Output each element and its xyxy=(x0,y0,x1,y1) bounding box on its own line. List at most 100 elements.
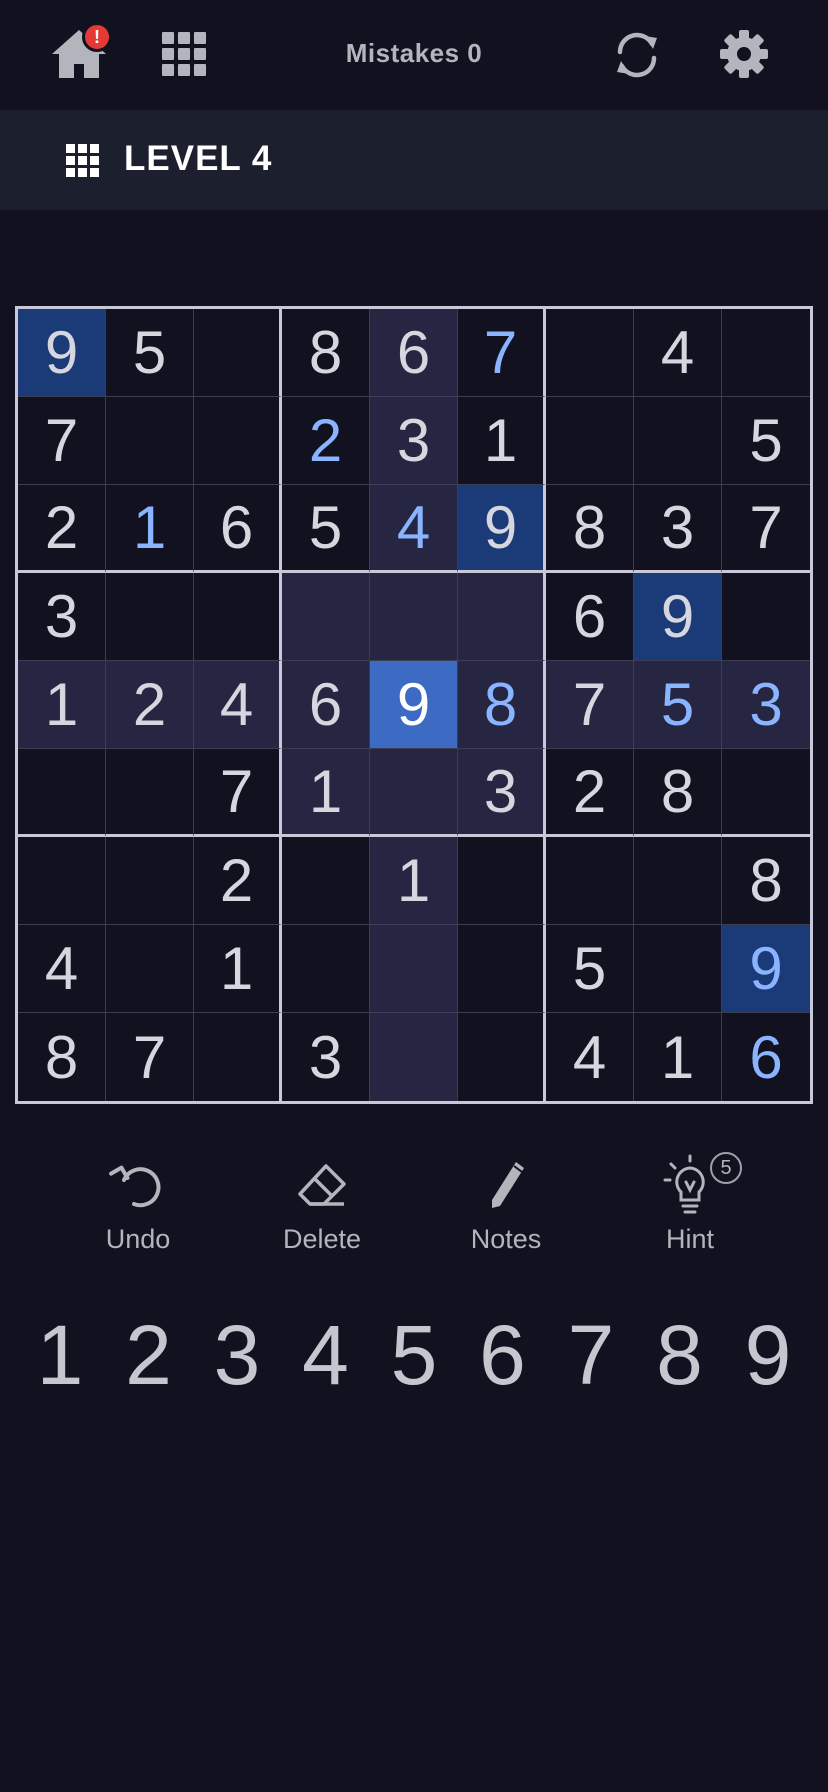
sudoku-board: 9586747231521654983736912469875371328218… xyxy=(15,306,813,1104)
board-cell-r8c5[interactable] xyxy=(370,925,458,1013)
board-cell-r9c4[interactable]: 3 xyxy=(282,1013,370,1101)
board-cell-r9c1[interactable]: 8 xyxy=(18,1013,106,1101)
board-cell-r9c7[interactable]: 4 xyxy=(546,1013,634,1101)
board-cell-r1c2[interactable]: 5 xyxy=(106,309,194,397)
board-cell-r6c9[interactable] xyxy=(722,749,810,837)
board-cell-r7c4[interactable] xyxy=(282,837,370,925)
eraser-icon xyxy=(298,1164,346,1206)
board-cell-r7c6[interactable] xyxy=(458,837,546,925)
board-cell-r1c3[interactable] xyxy=(194,309,282,397)
board-cell-r2c1[interactable]: 7 xyxy=(18,397,106,485)
board-cell-r2c5[interactable]: 3 xyxy=(370,397,458,485)
numpad-key-4[interactable]: 4 xyxy=(282,1300,370,1410)
board-cell-r4c4[interactable] xyxy=(282,573,370,661)
board-cell-r3c8[interactable]: 3 xyxy=(634,485,722,573)
board-cell-r8c8[interactable] xyxy=(634,925,722,1013)
refresh-icon[interactable] xyxy=(612,30,662,80)
board-cell-r9c2[interactable]: 7 xyxy=(106,1013,194,1101)
board-cell-r8c7[interactable]: 5 xyxy=(546,925,634,1013)
board-cell-r7c3[interactable]: 2 xyxy=(194,837,282,925)
board-cell-r5c3[interactable]: 4 xyxy=(194,661,282,749)
numpad-key-8[interactable]: 8 xyxy=(636,1300,724,1410)
board-cell-r4c3[interactable] xyxy=(194,573,282,661)
board-cell-r2c9[interactable]: 5 xyxy=(722,397,810,485)
board-cell-r2c3[interactable] xyxy=(194,397,282,485)
board-cell-r1c5[interactable]: 6 xyxy=(370,309,458,397)
board-cell-r4c6[interactable] xyxy=(458,573,546,661)
board-cell-r2c8[interactable] xyxy=(634,397,722,485)
delete-button[interactable]: Delete xyxy=(230,1150,414,1260)
board-cell-r3c3[interactable]: 6 xyxy=(194,485,282,573)
board-cell-r7c7[interactable] xyxy=(546,837,634,925)
board-cell-r1c8[interactable]: 4 xyxy=(634,309,722,397)
numpad-key-7[interactable]: 7 xyxy=(547,1300,635,1410)
board-cell-r9c9[interactable]: 6 xyxy=(722,1013,810,1101)
board-cell-r2c7[interactable] xyxy=(546,397,634,485)
board-cell-r4c1[interactable]: 3 xyxy=(18,573,106,661)
grid-icon[interactable] xyxy=(162,32,206,76)
numpad-key-2[interactable]: 2 xyxy=(105,1300,193,1410)
board-cell-r6c5[interactable] xyxy=(370,749,458,837)
board-cell-r6c6[interactable]: 3 xyxy=(458,749,546,837)
board-cell-r5c4[interactable]: 6 xyxy=(282,661,370,749)
board-cell-r5c8[interactable]: 5 xyxy=(634,661,722,749)
board-cell-r9c8[interactable]: 1 xyxy=(634,1013,722,1101)
numpad-key-9[interactable]: 9 xyxy=(724,1300,812,1410)
board-cell-r2c2[interactable] xyxy=(106,397,194,485)
board-cell-r4c2[interactable] xyxy=(106,573,194,661)
notes-button[interactable]: Notes xyxy=(414,1150,598,1260)
board-cell-r5c2[interactable]: 2 xyxy=(106,661,194,749)
board-cell-r8c3[interactable]: 1 xyxy=(194,925,282,1013)
board-cell-r8c2[interactable] xyxy=(106,925,194,1013)
board-cell-r5c5[interactable]: 9 xyxy=(370,661,458,749)
board-cell-r8c6[interactable] xyxy=(458,925,546,1013)
numpad-key-6[interactable]: 6 xyxy=(459,1300,547,1410)
board-cell-r3c1[interactable]: 2 xyxy=(18,485,106,573)
board-cell-r6c4[interactable]: 1 xyxy=(282,749,370,837)
board-cell-r8c1[interactable]: 4 xyxy=(18,925,106,1013)
board-cell-r7c8[interactable] xyxy=(634,837,722,925)
board-cell-r9c6[interactable] xyxy=(458,1013,546,1101)
board-cell-r6c1[interactable] xyxy=(18,749,106,837)
board-cell-r1c1[interactable]: 9 xyxy=(18,309,106,397)
board-cell-r7c1[interactable] xyxy=(18,837,106,925)
board-cell-r5c9[interactable]: 3 xyxy=(722,661,810,749)
numpad-key-5[interactable]: 5 xyxy=(370,1300,458,1410)
board-cell-r3c6[interactable]: 9 xyxy=(458,485,546,573)
board-cell-r3c7[interactable]: 8 xyxy=(546,485,634,573)
board-cell-r6c2[interactable] xyxy=(106,749,194,837)
board-cell-r1c7[interactable] xyxy=(546,309,634,397)
board-cell-r8c4[interactable] xyxy=(282,925,370,1013)
board-cell-r1c9[interactable] xyxy=(722,309,810,397)
numpad-key-1[interactable]: 1 xyxy=(16,1300,104,1410)
board-cell-r3c5[interactable]: 4 xyxy=(370,485,458,573)
board-cell-r9c5[interactable] xyxy=(370,1013,458,1101)
undo-button[interactable]: Undo xyxy=(46,1150,230,1260)
board-cell-r9c3[interactable] xyxy=(194,1013,282,1101)
board-cell-r6c3[interactable]: 7 xyxy=(194,749,282,837)
board-cell-r2c6[interactable]: 1 xyxy=(458,397,546,485)
board-cell-r6c7[interactable]: 2 xyxy=(546,749,634,837)
board-cell-r3c4[interactable]: 5 xyxy=(282,485,370,573)
settings-icon[interactable] xyxy=(718,28,770,80)
board-cell-r3c9[interactable]: 7 xyxy=(722,485,810,573)
board-cell-r4c8[interactable]: 9 xyxy=(634,573,722,661)
board-cell-r7c9[interactable]: 8 xyxy=(722,837,810,925)
board-cell-r1c6[interactable]: 7 xyxy=(458,309,546,397)
hint-button[interactable]: 5 Hint xyxy=(598,1150,782,1260)
numpad-key-3[interactable]: 3 xyxy=(193,1300,281,1410)
board-cell-r4c5[interactable] xyxy=(370,573,458,661)
board-cell-r8c9[interactable]: 9 xyxy=(722,925,810,1013)
board-cell-r4c7[interactable]: 6 xyxy=(546,573,634,661)
board-cell-r6c8[interactable]: 8 xyxy=(634,749,722,837)
board-cell-r5c6[interactable]: 8 xyxy=(458,661,546,749)
board-cell-r4c9[interactable] xyxy=(722,573,810,661)
board-cell-r2c4[interactable]: 2 xyxy=(282,397,370,485)
top-bar: ! Mistakes 0 xyxy=(0,0,828,110)
board-cell-r7c2[interactable] xyxy=(106,837,194,925)
board-cell-r5c1[interactable]: 1 xyxy=(18,661,106,749)
board-cell-r7c5[interactable]: 1 xyxy=(370,837,458,925)
board-cell-r1c4[interactable]: 8 xyxy=(282,309,370,397)
board-cell-r3c2[interactable]: 1 xyxy=(106,485,194,573)
board-cell-r5c7[interactable]: 7 xyxy=(546,661,634,749)
